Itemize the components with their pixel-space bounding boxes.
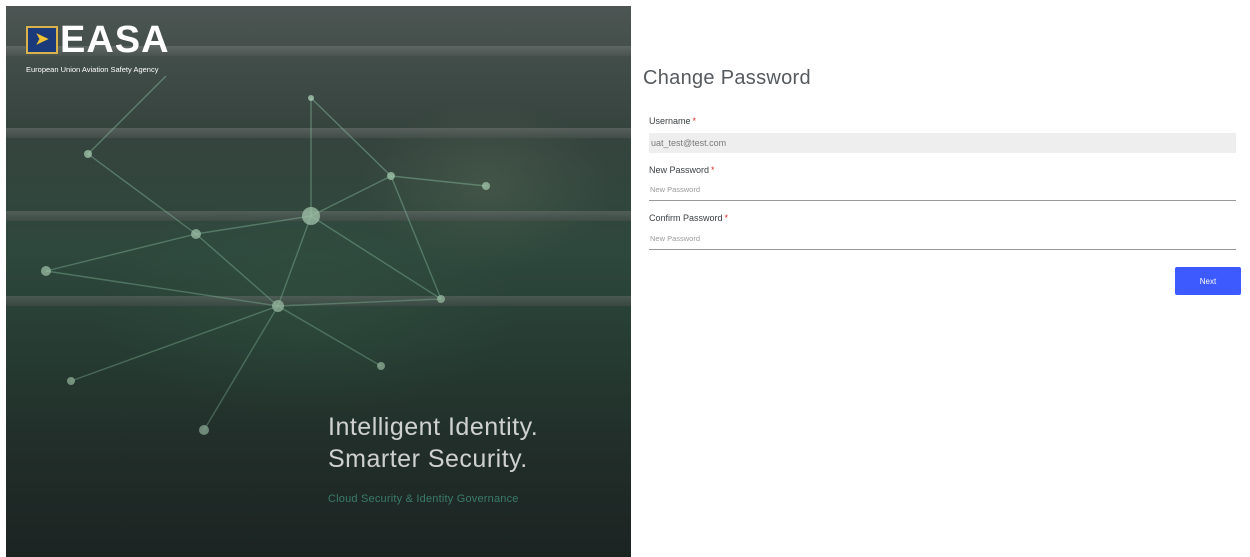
change-password-form: Change Password Username * uat_test@test.… xyxy=(643,0,1242,557)
required-marker: * xyxy=(692,116,697,126)
required-marker: * xyxy=(711,165,715,175)
next-button[interactable]: Next xyxy=(1175,267,1241,295)
logo-subtitle: European Union Aviation Safety Agency xyxy=(26,65,159,74)
page-title: Change Password xyxy=(643,67,811,89)
confirm-password-label-text: Confirm Password xyxy=(649,213,723,223)
required-marker: * xyxy=(724,213,729,223)
logo-wordmark: EASA xyxy=(60,19,170,61)
confirm-password-input[interactable] xyxy=(649,228,1236,250)
username-label: Username * xyxy=(649,116,696,126)
confirm-password-label: Confirm Password * xyxy=(649,213,728,223)
username-value: uat_test@test.com xyxy=(651,138,727,148)
username-field[interactable]: uat_test@test.com xyxy=(649,133,1236,153)
tagline-line-2: Smarter Security. xyxy=(328,445,528,473)
hero-tagline: Intelligent Identity. Smarter Security. xyxy=(328,411,538,475)
new-password-label-text: New Password xyxy=(649,165,710,175)
tagline-line-1: Intelligent Identity. xyxy=(328,413,539,441)
easa-emblem-icon: ➤ xyxy=(26,26,58,54)
hero-image-panel: ➤ EASA European Union Aviation Safety Ag… xyxy=(6,6,631,557)
hero-subtagline: Cloud Security & Identity Governance xyxy=(328,493,519,505)
username-label-text: Username xyxy=(649,116,691,126)
easa-logo: ➤ EASA European Union Aviation Safety Ag… xyxy=(26,20,176,84)
new-password-label: New Password * xyxy=(649,165,715,175)
new-password-input[interactable] xyxy=(649,179,1236,201)
